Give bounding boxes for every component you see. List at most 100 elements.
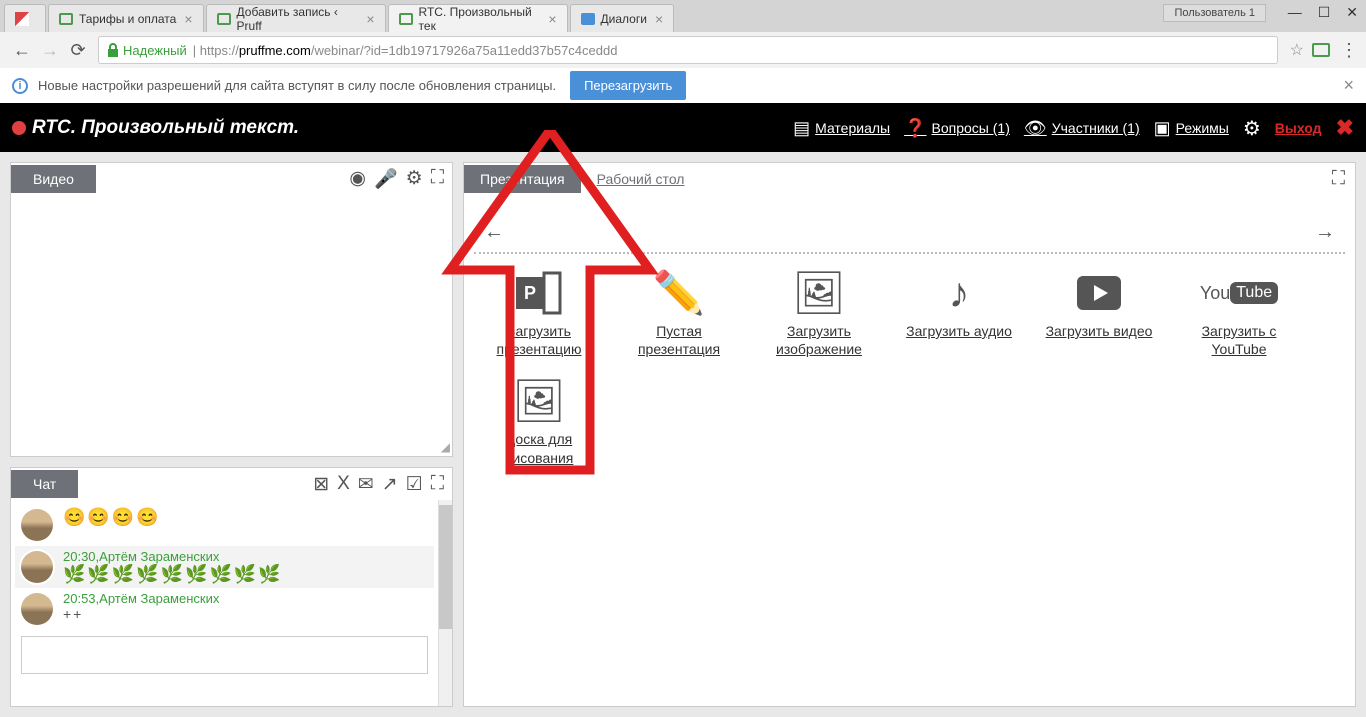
upload-video-item[interactable]: Загрузить видео (1034, 264, 1164, 362)
camera-icon[interactable]: ◉ (349, 167, 366, 191)
info-icon: i (12, 78, 28, 94)
mail-icon[interactable]: ✉ (358, 473, 374, 496)
questions-link[interactable]: ❓Вопросы (1) (904, 118, 1010, 139)
drawing-board-item[interactable]: 🖼 Доска для рисования (474, 372, 604, 470)
gear-icon[interactable]: ⚙ (1243, 116, 1261, 141)
app-body: Видео ◉ 🎤 ⚙ ⛶ ◢ Чат ⊠ X ✉ ↗ (0, 152, 1366, 717)
tab-label: Тарифы и оплата (79, 12, 176, 26)
chat-panel-header: Чат ⊠ X ✉ ↗ ☑ ⛶ (11, 468, 452, 500)
reload-button[interactable]: ⟳ (66, 38, 90, 62)
minimize-icon[interactable]: — (1288, 4, 1302, 21)
message-content: 😊😊😊😊 (63, 507, 430, 528)
questions-icon: ❓ (904, 118, 926, 139)
message-meta: 20:30,Артём Зараменских (63, 549, 430, 564)
video-tab[interactable]: Видео (11, 165, 96, 193)
mic-icon[interactable]: 🎤 (374, 167, 398, 191)
expand-icon[interactable]: ⛶ (431, 167, 444, 191)
upload-image-item[interactable]: 🖼 Загрузить изображение (754, 264, 884, 362)
user-badge[interactable]: Пользователь 1 (1163, 4, 1266, 22)
tab-dialogs[interactable]: Диалоги× (570, 4, 675, 32)
presentation-items: P Загрузить презентацию ✏️ Пустая презен… (464, 254, 1355, 481)
expand-icon[interactable]: ⛶ (431, 473, 444, 496)
chat-panel: Чат ⊠ X ✉ ↗ ☑ ⛶ 😊😊😊😊 (10, 467, 453, 707)
tab-rtc[interactable]: RTC. Произвольный тек × (388, 4, 568, 32)
chat-message: 😊😊😊😊 (15, 504, 434, 546)
upload-youtube-item[interactable]: YouTube Загрузить с YouTube (1174, 264, 1304, 362)
avatar (19, 549, 55, 585)
message-content: ++ (63, 606, 430, 622)
presentation-tab[interactable]: Презентация (464, 165, 581, 193)
close-icon[interactable]: × (1343, 75, 1354, 96)
eye-icon: 👁 (1024, 118, 1047, 139)
exit-link[interactable]: Выход (1275, 120, 1322, 136)
maximize-icon[interactable]: ☐ (1318, 4, 1331, 21)
close-icon[interactable]: ✖ (1336, 115, 1354, 141)
menu-icon[interactable]: ⋮ (1340, 40, 1358, 61)
scrollbar[interactable] (438, 500, 452, 706)
reload-page-button[interactable]: Перезагрузить (570, 71, 686, 100)
close-icon[interactable]: × (655, 11, 663, 27)
close-icon[interactable]: × (366, 11, 374, 27)
item-label: Загрузить изображение (758, 322, 880, 358)
secure-indicator: Надежный (107, 43, 187, 58)
tab-tariffs[interactable]: Тарифы и оплата × (48, 4, 204, 32)
item-label: Загрузить видео (1046, 322, 1153, 340)
chat-message: 20:53,Артём Зараменских ++ (15, 588, 434, 630)
upload-presentation-item[interactable]: P Загрузить презентацию (474, 264, 604, 362)
resize-handle[interactable]: ◢ (441, 440, 450, 454)
permissions-infobar: i Новые настройки разрешений для сайта в… (0, 68, 1366, 104)
gear-icon[interactable]: ⚙ (406, 167, 423, 191)
chat-tools: ⊠ X ✉ ↗ ☑ ⛶ (313, 473, 452, 496)
chat-messages[interactable]: 😊😊😊😊 20:30,Артём Зараменских 🌿🌿🌿🌿🌿🌿🌿🌿🌿 (11, 500, 438, 706)
url-field[interactable]: Надежный | https://pruffme.com/webinar/?… (98, 36, 1278, 64)
next-arrow-icon[interactable]: → (1315, 221, 1335, 244)
avatar (19, 591, 55, 627)
forward-button: → (38, 38, 62, 62)
item-label: Пустая презентация (618, 322, 740, 358)
modes-icon: ▣ (1154, 118, 1171, 139)
chat-tab[interactable]: Чат (11, 470, 78, 498)
infobar-text: Новые настройки разрешений для сайта вст… (38, 78, 556, 93)
tab-gmail[interactable] (4, 4, 46, 32)
back-button[interactable]: ← (10, 38, 34, 62)
close-icon[interactable]: × (184, 11, 192, 27)
check-icon[interactable]: ☑ (406, 473, 423, 496)
close-icon[interactable]: × (548, 11, 556, 27)
presentation-panel: Презентация Рабочий стол ⛶ ← → P Загрузи… (463, 162, 1356, 707)
video-tools: ◉ 🎤 ⚙ ⛶ (349, 167, 452, 191)
tab-bar: Тарифы и оплата × Добавить запись ‹ Pruff… (0, 0, 1366, 32)
board-icon: 🖼 (512, 376, 565, 426)
item-label: Загрузить аудио (906, 322, 1012, 340)
presentation-header: Презентация Рабочий стол ⛶ (464, 163, 1355, 195)
youtube-icon: YouTube (1200, 268, 1278, 318)
excel-icon[interactable]: X (337, 473, 350, 496)
tab-label: RTC. Произвольный тек (419, 5, 541, 33)
upload-audio-item[interactable]: ♪ Загрузить аудио (894, 264, 1024, 362)
materials-icon: ▤ (793, 118, 810, 139)
item-label: Доска для рисования (478, 430, 600, 466)
close-square-icon[interactable]: ⊠ (313, 473, 329, 496)
message-meta: 20:53,Артём Зараменских (63, 591, 430, 606)
blank-presentation-item[interactable]: ✏️ Пустая презентация (614, 264, 744, 362)
window-controls: — ☐ ✕ (1288, 4, 1358, 21)
materials-link[interactable]: ▤Материалы (793, 118, 890, 139)
participants-link[interactable]: 👁Участники (1) (1024, 118, 1140, 139)
nav-row: ← → (474, 213, 1345, 254)
expand-icon[interactable]: ⛶ (1332, 168, 1345, 190)
tab-addpost[interactable]: Добавить запись ‹ Pruff× (206, 4, 386, 32)
video-panel: Видео ◉ 🎤 ⚙ ⛶ ◢ (10, 162, 453, 457)
prev-arrow-icon[interactable]: ← (484, 221, 504, 244)
close-icon[interactable]: ✕ (1346, 4, 1358, 21)
extension-icon[interactable] (1312, 43, 1330, 57)
video-body: ◢ (11, 195, 452, 456)
item-label: Загрузить с YouTube (1178, 322, 1300, 358)
chat-message: 20:30,Артём Зараменских 🌿🌿🌿🌿🌿🌿🌿🌿🌿 (15, 546, 434, 588)
item-label: Загрузить презентацию (478, 322, 600, 358)
bookmark-icon[interactable]: ☆ (1290, 40, 1304, 60)
modes-link[interactable]: ▣Режимы (1154, 118, 1229, 139)
share-icon[interactable]: ↗ (382, 473, 398, 496)
chat-input[interactable] (21, 636, 428, 674)
svg-text:P: P (524, 283, 536, 303)
message-content: 🌿🌿🌿🌿🌿🌿🌿🌿🌿 (63, 564, 430, 585)
desktop-tab[interactable]: Рабочий стол (581, 165, 701, 193)
